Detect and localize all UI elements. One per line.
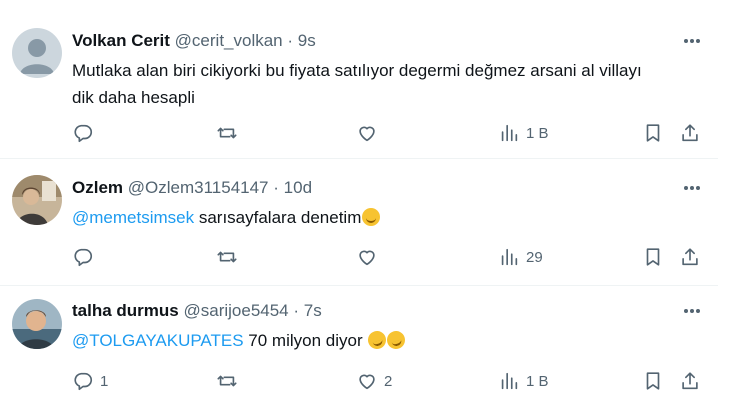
avatar[interactable] <box>12 28 62 78</box>
reply-feed: Volkan Cerit @cerit_volkan · 9s Mutlaka … <box>0 0 730 420</box>
view-count: 1 B <box>526 124 549 142</box>
more-options-button[interactable] <box>678 30 706 52</box>
view-count: 1 B <box>526 372 549 390</box>
share-button[interactable] <box>679 120 701 146</box>
tweet-header: talha durmus @sarijoe5454 · 7s <box>72 300 322 322</box>
action-bar: 29 <box>0 244 718 270</box>
bookmark-icon <box>646 124 660 142</box>
reply-icon <box>74 248 93 267</box>
reply-button[interactable]: 1 <box>72 368 108 394</box>
tweet[interactable]: Ozlem @Ozlem31154147 · 10d @memetsimsek … <box>0 159 718 285</box>
profile-photo-icon <box>12 299 62 349</box>
share-button[interactable] <box>679 244 701 270</box>
timestamp[interactable]: 10d <box>284 178 312 197</box>
display-name[interactable]: Volkan Cerit <box>72 31 170 50</box>
reply-button[interactable] <box>72 244 100 270</box>
tweet-text-line: dik daha hesapli <box>72 88 195 107</box>
view-count: 29 <box>526 248 543 266</box>
heart-icon <box>359 250 375 266</box>
share-icon <box>682 248 698 266</box>
retweet-button[interactable] <box>216 244 244 270</box>
profile-photo-icon <box>12 175 62 225</box>
heart-icon <box>359 374 375 390</box>
share-button[interactable] <box>679 368 701 394</box>
avatar[interactable] <box>12 175 62 225</box>
tweet-header: Ozlem @Ozlem31154147 · 10d <box>72 177 312 199</box>
tweet-text: @memetsimsek sarısayfalara denetim <box>72 204 712 231</box>
separator-dot: · <box>287 31 294 50</box>
more-dots-icon <box>684 309 700 313</box>
more-options-button[interactable] <box>678 177 706 199</box>
heart-icon <box>359 126 375 142</box>
handle[interactable]: @cerit_volkan <box>175 31 283 50</box>
bookmark-button[interactable] <box>642 120 664 146</box>
display-name[interactable]: Ozlem <box>72 178 123 197</box>
like-button[interactable] <box>356 120 384 146</box>
views-button[interactable]: 29 <box>498 244 543 270</box>
tweet-text-body: sarısayfalara denetim <box>194 208 362 227</box>
views-button[interactable]: 1 B <box>498 368 549 394</box>
retweet-icon <box>217 127 237 139</box>
smirk-emoji-icon <box>362 208 381 226</box>
display-name[interactable]: talha durmus <box>72 301 179 320</box>
tweet-text: Mutlaka alan biri cikiyorki bu fiyata sa… <box>72 57 712 111</box>
retweet-button[interactable] <box>216 120 244 146</box>
like-button[interactable]: 2 <box>356 368 392 394</box>
bookmark-icon <box>646 248 660 266</box>
tweet-text: @TOLGAYAKUPATES 70 milyon diyor <box>72 327 712 354</box>
separator-dot: · <box>273 178 279 197</box>
tweet-text-line: Mutlaka alan biri cikiyorki bu fiyata sa… <box>72 61 642 80</box>
reply-button[interactable] <box>72 120 100 146</box>
more-options-button[interactable] <box>678 300 706 322</box>
action-bar: 1 2 1 B <box>0 368 718 394</box>
reply-icon <box>74 372 93 391</box>
action-bar: 1 B <box>0 120 718 146</box>
tweet[interactable]: Volkan Cerit @cerit_volkan · 9s Mutlaka … <box>0 0 718 152</box>
share-icon <box>682 372 698 390</box>
mention-link[interactable]: @memetsimsek <box>72 208 194 227</box>
like-count: 2 <box>384 372 393 390</box>
bookmark-button[interactable] <box>642 244 664 270</box>
tweet-header: Volkan Cerit @cerit_volkan · 9s <box>72 30 316 52</box>
retweet-button[interactable] <box>216 368 244 394</box>
like-button[interactable] <box>356 244 384 270</box>
bookmark-button[interactable] <box>642 368 664 394</box>
retweet-icon <box>217 251 237 263</box>
separator-dot: · <box>293 301 300 320</box>
more-dots-icon <box>684 186 700 190</box>
reply-icon <box>74 124 93 143</box>
analytics-icon <box>501 248 518 266</box>
views-button[interactable]: 1 B <box>498 120 549 146</box>
share-icon <box>682 124 698 142</box>
tweet-text-body: 70 milyon diyor <box>243 331 368 350</box>
more-dots-icon <box>684 39 700 43</box>
mention-link[interactable]: @TOLGAYAKUPATES <box>72 331 244 350</box>
analytics-icon <box>501 372 518 390</box>
default-avatar-icon <box>12 28 62 78</box>
rolling-laughing-emoji-icon <box>366 328 389 352</box>
tweet[interactable]: talha durmus @sarijoe5454 · 7s @TOLGAYAK… <box>0 286 718 420</box>
timestamp[interactable]: 7s <box>304 301 322 320</box>
rolling-laughing-emoji-icon <box>385 328 408 352</box>
avatar[interactable] <box>12 299 62 349</box>
retweet-icon <box>217 375 237 387</box>
timestamp[interactable]: 9s <box>298 31 316 50</box>
handle[interactable]: @Ozlem31154147 <box>128 178 269 197</box>
analytics-icon <box>501 124 518 142</box>
handle[interactable]: @sarijoe5454 <box>183 301 288 320</box>
bookmark-icon <box>646 372 660 390</box>
reply-count: 1 <box>100 372 109 390</box>
